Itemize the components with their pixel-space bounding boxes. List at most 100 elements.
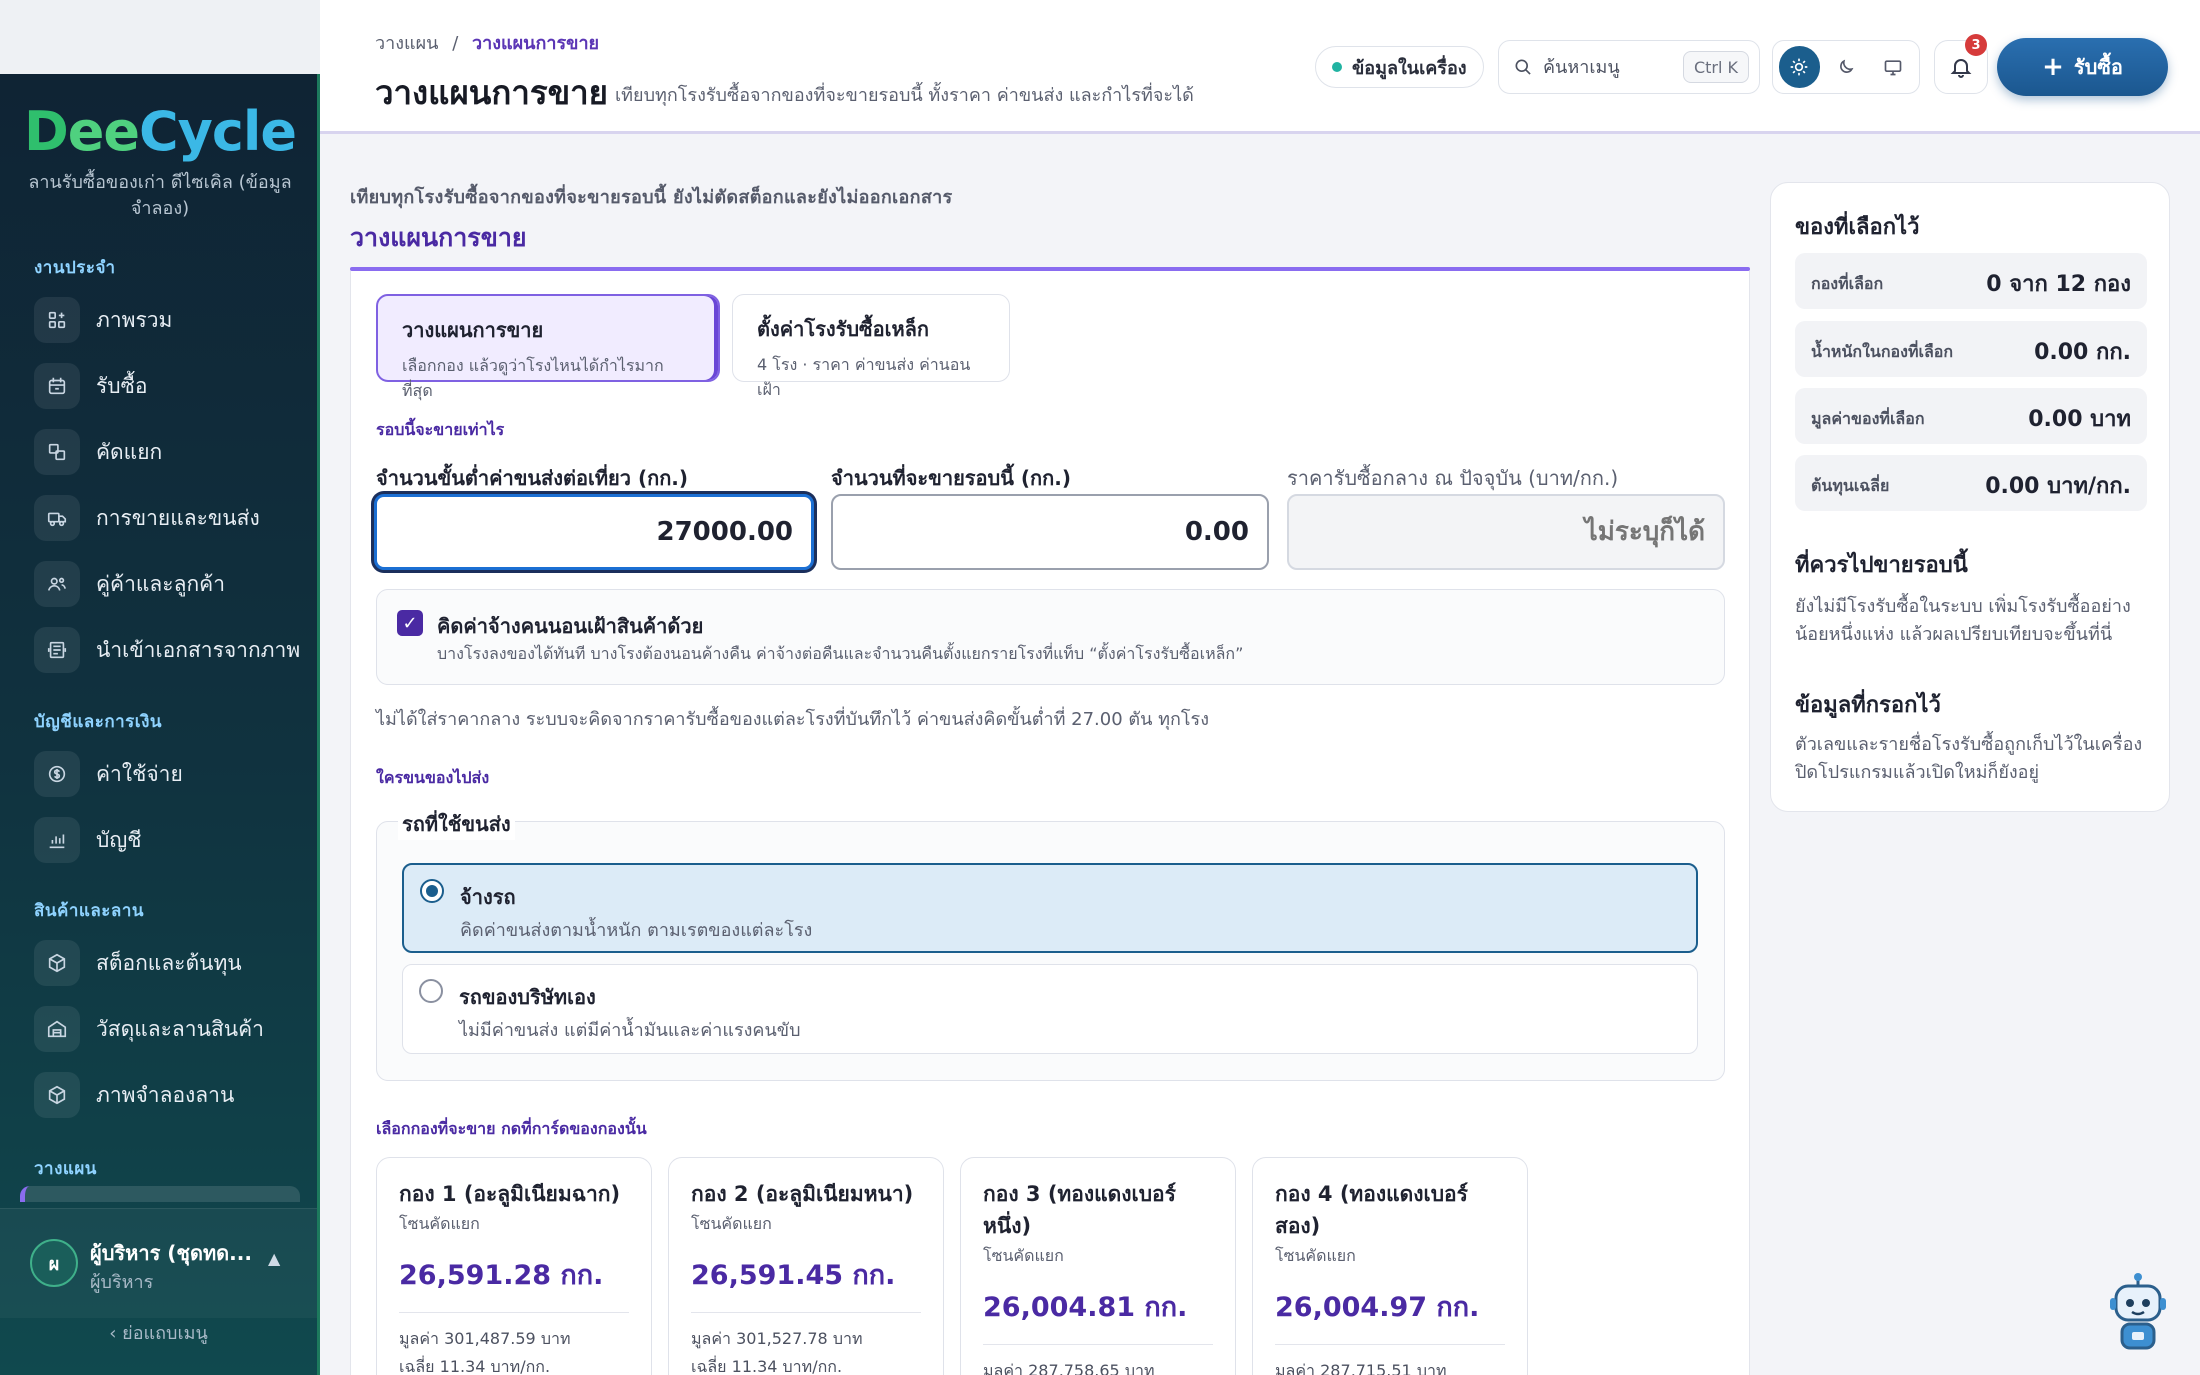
where-to-sell-desc: ยังไม่มีโรงรับซื้อในระบบ เพิ่มโรงรับซื้อ…: [1795, 596, 2131, 645]
collapse-sidebar-button[interactable]: ‹ ย่อแถบเมนู: [0, 1318, 317, 1347]
lot-card[interactable]: กอง 2 (อะลูมิเนียมหนา) โซนคัดแยก 26,591.…: [668, 1157, 944, 1375]
lot-value: มูลค่า 287,715.51 บาท: [1275, 1361, 1447, 1375]
warehouse-icon: [34, 1006, 80, 1052]
bell-icon: [1950, 59, 1972, 78]
min-shipping-input[interactable]: [374, 494, 814, 570]
selected-title: ของที่เลือกไว้: [1795, 215, 1920, 240]
lot-value: มูลค่า 301,527.78 บาท: [691, 1329, 863, 1348]
lot-card[interactable]: กอง 3 (ทองแดงเบอร์หนึ่ง) โซนคัดแยก 26,00…: [960, 1157, 1236, 1375]
where-to-sell-title: ที่ควรไปขายรอบนี้: [1795, 553, 1968, 578]
sidebar-item-sales[interactable]: การขายและขนส่ง: [34, 493, 304, 543]
breadcrumb-root[interactable]: วางแผน: [375, 33, 438, 54]
brand-subtitle: ลานรับซื้อของเก่า ดีไซเคิล (ข้อมูลจำลอง): [28, 172, 292, 219]
nav-group-work: งานประจำ: [34, 258, 116, 278]
tab-sales-plan[interactable]: วางแผนการขาย เลือกกอง แล้วดูว่าโรงไหนได้…: [376, 294, 720, 400]
brand-logo[interactable]: DeeCycle: [0, 100, 320, 164]
robot-icon[interactable]: [2106, 1272, 2170, 1356]
stat-row: ต้นทุนเฉลี่ย 0.00 บาท/กก.: [1795, 455, 2147, 511]
sidebar-item-expenses[interactable]: ค่าใช้จ่าย: [34, 749, 304, 799]
coin-icon: [34, 751, 80, 797]
document-scan-icon: [34, 627, 80, 673]
sidebar-item-sim[interactable]: ภาพจำลองลาน: [34, 1070, 304, 1120]
vehicle-option-hire[interactable]: จ้างรถ คิดค่าขนส่งตามน้ำหนัก ตามเรตของแต…: [402, 863, 1698, 953]
saved-data-desc: ตัวเลขและรายชื่อโรงรับซื้อถูกเก็บไว้ในเค…: [1795, 734, 2143, 783]
user-card[interactable]: ผ ผู้บริหาร (ชุดทด... ผู้บริหาร ▲: [0, 1208, 317, 1318]
sidebar-item-buy[interactable]: รับซื้อ: [34, 361, 304, 411]
box-icon: [34, 1072, 80, 1118]
stat-row: กองที่เลือก 0 จาก 12 กอง: [1795, 253, 2147, 309]
stat-value: 0 จาก 12 กอง: [1986, 272, 2131, 297]
lot-title: กอง 4 (ทองแดงเบอร์สอง): [1275, 1182, 1468, 1238]
tab-title: ตั้งค่าโรงรับซื้อเหล็ก: [757, 317, 930, 341]
sidebar-top-strip: [0, 0, 320, 74]
sun-icon: [1790, 58, 1808, 76]
theme-light-button[interactable]: [1779, 46, 1820, 88]
stat-row: น้ำหนักในกองที่เลือก 0.00 กก.: [1795, 321, 2147, 377]
monitor-icon: [1884, 60, 1902, 76]
overnight-guard-title: คิดค่าจ้างคนนอนเฝ้าสินค้าด้วย: [437, 614, 704, 638]
grid-plus-icon: [34, 297, 80, 343]
radio-unselected[interactable]: [419, 979, 443, 1003]
breadcrumb-current: วางแผนการขาย: [472, 33, 600, 54]
stat-label: ต้นทุนเฉลี่ย: [1811, 476, 1890, 495]
sidebar-item-sort[interactable]: คัดแยก: [34, 427, 304, 477]
lot-zone: โซนคัดแยก: [983, 1246, 1064, 1265]
lot-card[interactable]: กอง 1 (อะลูมิเนียมฉาก) โซนคัดแยก 26,591.…: [376, 1157, 652, 1375]
overnight-guard-option[interactable]: ✓ คิดค่าจ้างคนนอนเฝ้าสินค้าด้วย บางโรงลง…: [376, 589, 1725, 685]
buy-button[interactable]: + รับซื้อ: [1997, 38, 2168, 96]
theme-switcher: [1772, 40, 1920, 94]
stat-value: 0.00 บาท: [2028, 407, 2131, 432]
sidebar-item-label: วัสดุและลานสินค้า: [96, 1016, 264, 1041]
breadcrumb: วางแผน / วางแผนการขาย: [375, 28, 599, 57]
theme-dark-button[interactable]: [1826, 46, 1867, 88]
qty-section-label: รอบนี้จะขายเท่าไร: [376, 420, 505, 439]
top-header: วางแผน / วางแผนการขาย วางแผนการขาย เทียบ…: [320, 0, 2200, 134]
search-icon: [1515, 59, 1531, 75]
radio-selected[interactable]: [420, 879, 444, 903]
radio-title: จ้างรถ: [460, 885, 516, 909]
vehicle-option-own[interactable]: รถของบริษัทเอง ไม่มีค่าขนส่ง แต่มีค่าน้ำ…: [402, 964, 1698, 1054]
sidebar-item-partners[interactable]: คู่ค้าและลูกค้า: [34, 559, 304, 609]
chart-icon: [34, 817, 80, 863]
shortcut-hint: Ctrl K: [1682, 51, 1749, 83]
page-title: วางแผนการขาย: [375, 73, 608, 112]
overnight-guard-checkbox[interactable]: ✓: [397, 610, 423, 636]
sidebar-item-label: บัญชี: [96, 827, 142, 852]
lot-value: มูลค่า 287,758.65 บาท: [983, 1361, 1155, 1375]
sidebar-item-overview[interactable]: ภาพรวม: [34, 295, 304, 345]
sidebar-item-import[interactable]: นำเข้าเอกสารจากภาพ: [34, 625, 304, 675]
lot-zone: โซนคัดแยก: [691, 1214, 772, 1233]
sidebar-item-materials[interactable]: วัสดุและลานสินค้า: [34, 1004, 304, 1054]
min-shipping-label: จำนวนขั้นต่ำค่าขนส่งต่อเที่ยว (กก.): [376, 466, 689, 490]
moon-icon: [1840, 59, 1854, 73]
sidebar-item-stock[interactable]: สต็อกและต้นทุน: [34, 938, 304, 988]
selection-summary: ของที่เลือกไว้ กองที่เลือก 0 จาก 12 กอง …: [1770, 182, 2170, 812]
sidebar-item-accounts[interactable]: บัญชี: [34, 815, 304, 865]
lot-weight: 26,591.28 กก.: [399, 1260, 604, 1291]
menu-search[interactable]: Ctrl K: [1498, 40, 1760, 94]
sell-qty-input[interactable]: [831, 494, 1269, 570]
lot-card[interactable]: กอง 4 (ทองแดงเบอร์สอง) โซนคัดแยก 26,004.…: [1252, 1157, 1528, 1375]
lot-average: เฉลี่ย 11.34 บาท/กก.: [691, 1357, 843, 1375]
nav-group-goods: สินค้าและลาน: [34, 901, 145, 921]
stat-label: มูลค่าของที่เลือก: [1811, 409, 1925, 428]
lot-title: กอง 3 (ทองแดงเบอร์หนึ่ง): [983, 1182, 1176, 1238]
sidebar-item-label: รับซื้อ: [96, 373, 148, 398]
mid-price-input[interactable]: [1287, 494, 1725, 570]
section-title: วางแผนการขาย: [350, 223, 527, 252]
truck-icon: [34, 495, 80, 541]
lot-zone: โซนคัดแยก: [399, 1214, 480, 1233]
radio-desc: คิดค่าขนส่งตามน้ำหนัก ตามเรตของแต่ละโรง: [460, 920, 813, 941]
nav-group-plan: วางแผน: [34, 1159, 97, 1179]
sidebar-item-active-peek[interactable]: [20, 1186, 300, 1202]
theme-system-button[interactable]: [1872, 46, 1913, 88]
search-input[interactable]: [1543, 56, 1673, 78]
nav-group-finance: บัญชีและการเงิน: [34, 712, 163, 732]
users-icon: [34, 561, 80, 607]
sidebar-item-label: สต็อกและต้นทุน: [96, 950, 242, 975]
stat-label: กองที่เลือก: [1811, 274, 1884, 293]
tab-buyer-settings[interactable]: ตั้งค่าโรงรับซื้อเหล็ก 4 โรง · ราคา ค่าข…: [732, 294, 1010, 399]
local-data-badge[interactable]: ข้อมูลในเครื่อง: [1315, 46, 1484, 88]
chevron-up-icon[interactable]: ▲: [268, 1249, 280, 1268]
stat-value: 0.00 กก.: [2034, 340, 2131, 365]
